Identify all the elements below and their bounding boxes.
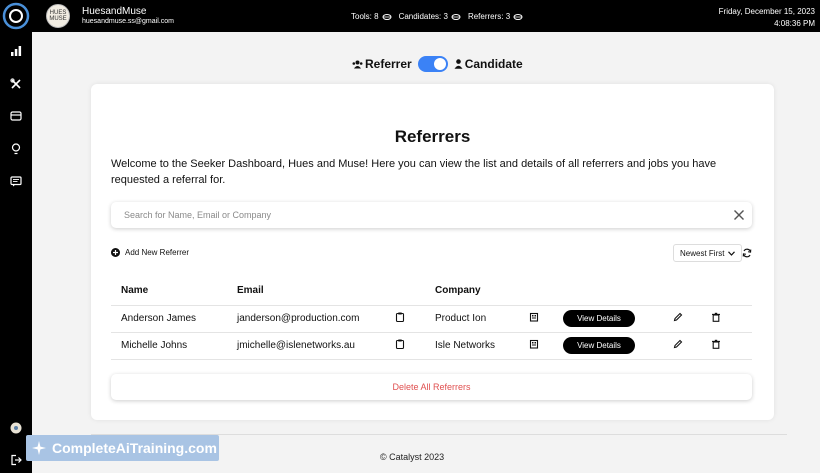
trash-icon[interactable] bbox=[711, 312, 721, 322]
view-details-button[interactable]: View Details bbox=[563, 310, 635, 327]
sparkle-icon bbox=[32, 441, 46, 455]
stats-bar: Tools: 8 Candidates: 3 Referrers: 3 bbox=[351, 12, 523, 21]
watermark-text: CompleteAiTraining.com bbox=[52, 440, 217, 456]
mode-toggle-switch[interactable] bbox=[417, 56, 448, 72]
sort-select[interactable]: Newest First bbox=[673, 244, 743, 262]
stat-label: Referrers: 3 bbox=[467, 12, 511, 21]
stat-label: Tools: 8 bbox=[351, 12, 379, 21]
stat-referrers: Referrers: 3 bbox=[468, 12, 523, 21]
card-icon[interactable] bbox=[9, 109, 23, 123]
referrer-name: Anderson James bbox=[111, 305, 227, 333]
datetime: Friday, December 15, 2023 4:08:36 PM bbox=[719, 6, 815, 30]
add-referrer-button[interactable]: Add New Referrer bbox=[111, 248, 189, 257]
referrer-company: Isle Networks bbox=[425, 332, 529, 360]
refresh-icon[interactable] bbox=[742, 248, 752, 258]
app-logo[interactable] bbox=[2, 2, 30, 30]
table-row: Anderson James janderson@production.com … bbox=[111, 305, 752, 333]
column-header-name: Name bbox=[111, 277, 227, 306]
stat-label: Candidates: 3 bbox=[398, 12, 448, 21]
referrers-table: Name Email Company Anderson James jander… bbox=[111, 277, 752, 360]
users-icon bbox=[352, 60, 363, 68]
page-title: Referrers bbox=[394, 127, 471, 146]
footer-copyright: © Catalyst 2023 bbox=[380, 452, 445, 462]
sort-select-value: Newest First bbox=[680, 248, 725, 258]
user-avatar[interactable]: HUES MUSE bbox=[46, 4, 70, 28]
table-header-row: Name Email Company bbox=[111, 277, 752, 306]
date-text: Friday, December 15, 2023 bbox=[718, 7, 815, 16]
column-header-blank bbox=[673, 277, 711, 306]
add-referrer-label: Add New Referrer bbox=[125, 248, 190, 257]
column-header-blank bbox=[563, 277, 673, 306]
close-icon[interactable] bbox=[732, 208, 746, 222]
building-icon[interactable] bbox=[529, 339, 539, 349]
stat-tools: Tools: 8 bbox=[351, 12, 392, 21]
message-icon[interactable] bbox=[9, 174, 23, 188]
column-header-blank bbox=[395, 277, 425, 306]
edit-icon[interactable] bbox=[673, 312, 683, 322]
building-icon[interactable] bbox=[529, 312, 539, 322]
edit-icon[interactable] bbox=[673, 339, 683, 349]
chevron-down-icon bbox=[728, 250, 736, 256]
mode-toggle-row: Referrer Candidate bbox=[352, 55, 523, 73]
tools-icon[interactable] bbox=[9, 77, 23, 91]
user-icon bbox=[454, 59, 463, 69]
sidebar bbox=[0, 32, 32, 473]
top-bar: HUES MUSE HuesandMuse huesandmuse.ss@gma… bbox=[0, 0, 820, 32]
column-header-company: Company bbox=[425, 277, 529, 306]
delete-all-referrers-button[interactable]: Delete All Referrers bbox=[111, 374, 752, 400]
column-header-blank bbox=[529, 277, 563, 306]
view-details-button[interactable]: View Details bbox=[563, 337, 635, 354]
watermark-badge: CompleteAiTraining.com bbox=[26, 435, 219, 461]
candidate-toggle-label[interactable]: Candidate bbox=[454, 57, 523, 71]
clipboard-icon[interactable] bbox=[395, 312, 405, 322]
trash-icon[interactable] bbox=[711, 339, 721, 349]
search-field[interactable]: Search for Name, Email or Company bbox=[111, 202, 752, 228]
referrer-label-text: Referrer bbox=[365, 57, 412, 71]
coin-icon bbox=[513, 13, 523, 20]
logout-icon[interactable] bbox=[9, 453, 23, 467]
referrer-email: jmichelle@islenetworks.au bbox=[227, 332, 395, 360]
table-row: Michelle Johns jmichelle@islenetworks.au… bbox=[111, 332, 752, 360]
bar-chart-icon[interactable] bbox=[9, 44, 23, 58]
coin-icon bbox=[382, 13, 392, 20]
profile-avatar-icon[interactable] bbox=[9, 421, 23, 435]
search-input[interactable]: Search for Name, Email or Company bbox=[124, 210, 271, 220]
referrer-email: janderson@production.com bbox=[227, 305, 395, 333]
lightbulb-icon[interactable] bbox=[9, 142, 23, 156]
welcome-text: Welcome to the Seeker Dashboard, Hues an… bbox=[111, 158, 717, 186]
referrers-card: Referrers Welcome to the Seeker Dashboar… bbox=[91, 84, 774, 420]
referrer-company: Product Ion bbox=[425, 305, 529, 333]
column-header-email: Email bbox=[227, 277, 395, 306]
referrer-toggle-label[interactable]: Referrer bbox=[352, 57, 412, 71]
toggle-knob bbox=[433, 58, 446, 70]
stat-candidates: Candidates: 3 bbox=[399, 12, 461, 21]
referrer-name: Michelle Johns bbox=[111, 332, 227, 360]
column-header-blank bbox=[711, 277, 752, 306]
candidate-label-text: Candidate bbox=[464, 57, 523, 71]
time-text: 4:08:36 PM bbox=[774, 19, 815, 28]
plus-circle-icon bbox=[111, 248, 120, 257]
clipboard-icon[interactable] bbox=[395, 339, 405, 349]
coin-icon bbox=[451, 13, 461, 20]
user-email: huesandmuse.ss@gmail.com bbox=[82, 18, 174, 25]
user-name: HuesandMuse bbox=[82, 6, 147, 17]
